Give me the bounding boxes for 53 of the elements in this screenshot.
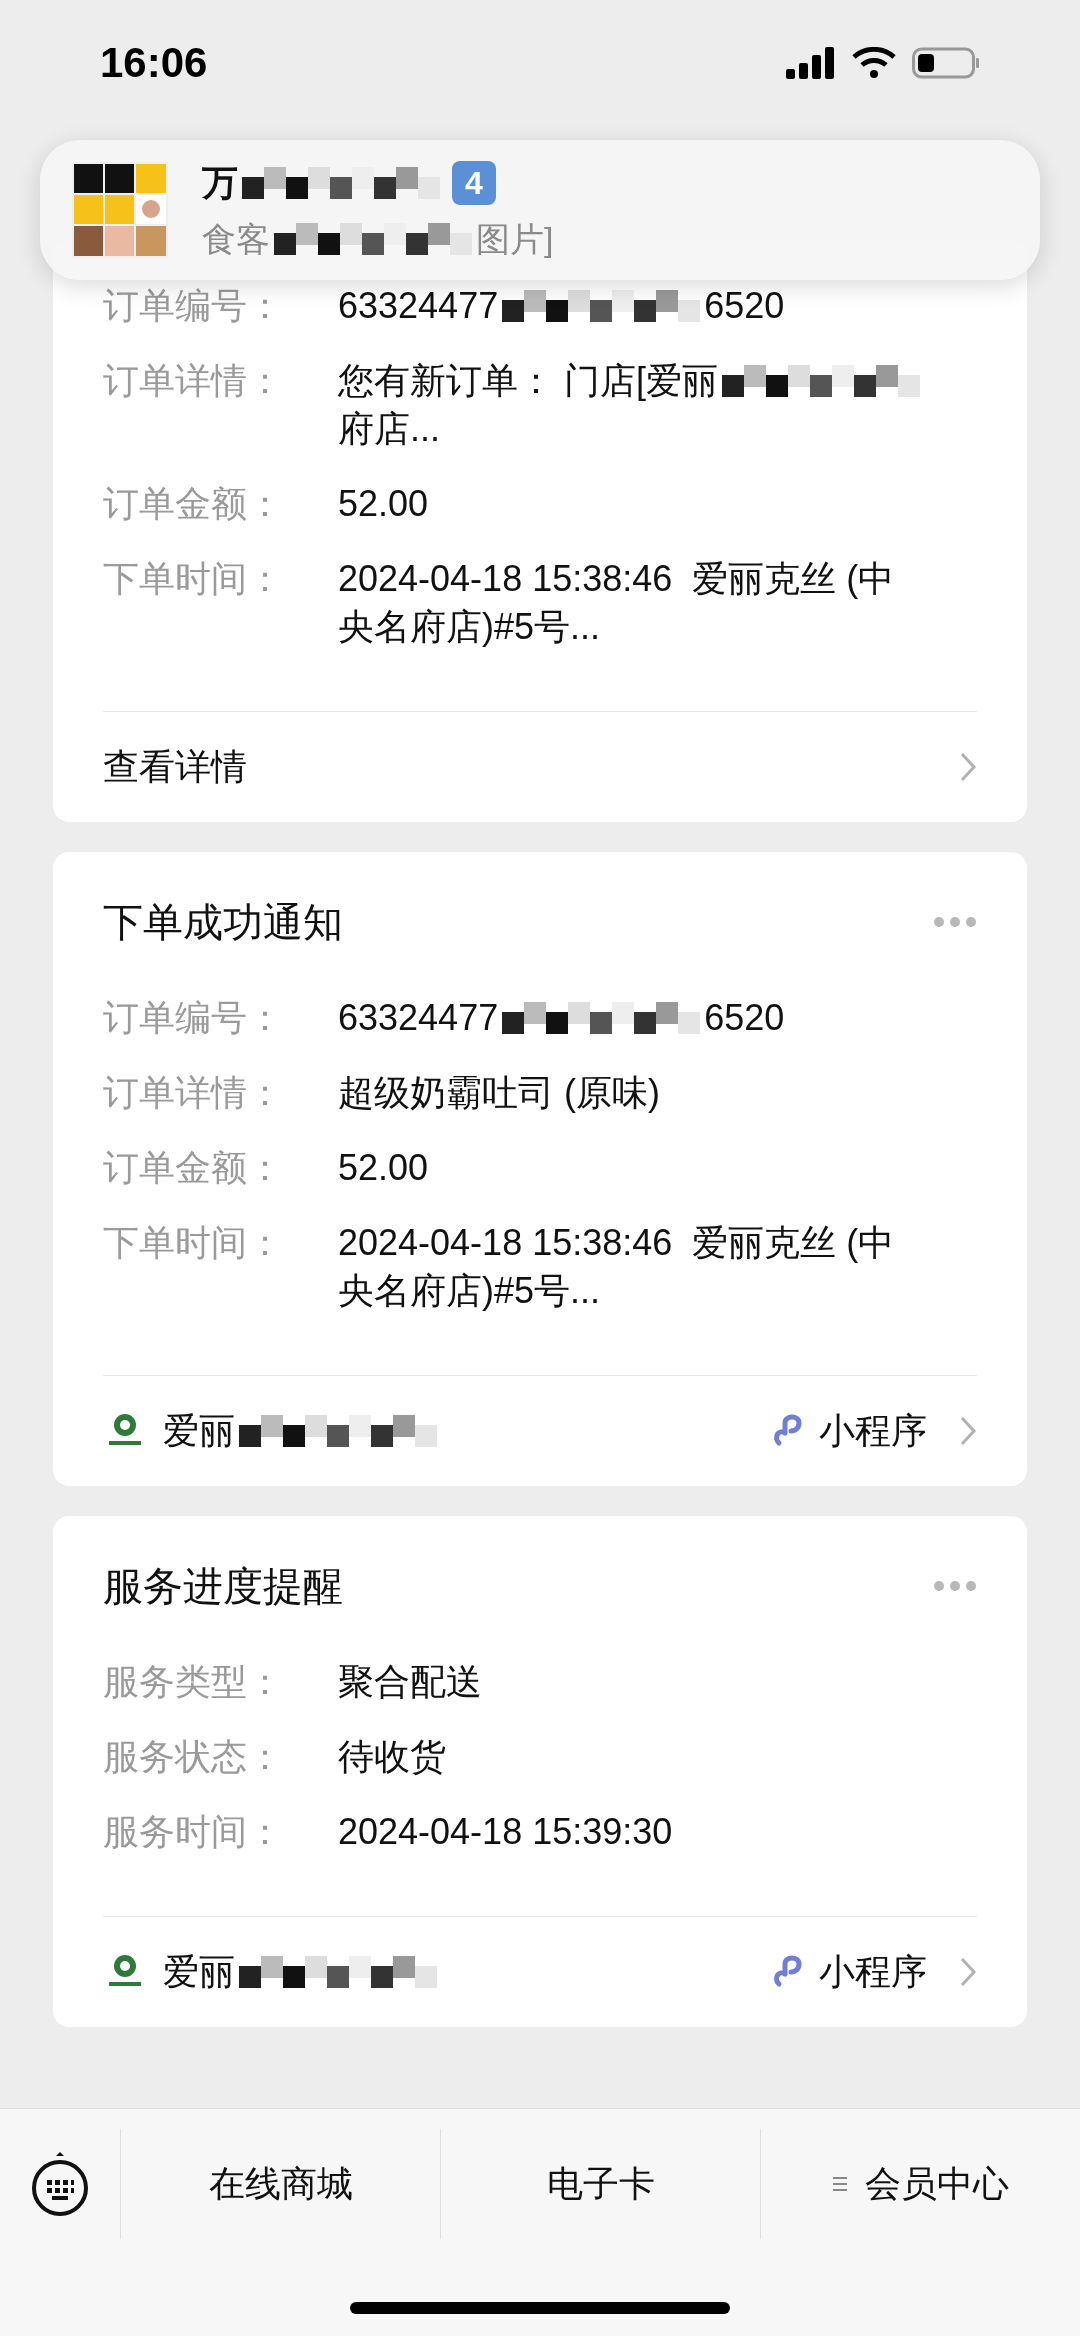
notification-banner[interactable]: 万 4 食客 图片] [40,140,1040,280]
notification-title: 万 [202,160,238,205]
field-value: 聚合配送 [338,1660,482,1704]
chevron-right-icon [959,1415,977,1447]
card-title: 服务进度提醒 [103,1563,343,1610]
menu-tab[interactable]: 在线商城 [120,2129,440,2239]
field-value: 52.00 [338,482,429,526]
mini-program-name: 爱丽 [163,1409,235,1453]
mini-program-link[interactable]: 爱丽 小程序 [103,1376,977,1486]
field-value: 您有新订单： 门店[爱丽 [338,359,718,403]
signal-icon [786,46,836,79]
field-value: 52.00 [338,1146,429,1190]
status-time: 16:06 [100,38,208,88]
field-label: 服务类型： [103,1660,284,1704]
notification-preview-start: 食客 [202,218,270,260]
field-label: 订单详情： [103,359,284,403]
field-value: 2024-04-18 15:38:46 爱丽克丝 (中 [338,557,895,601]
field-label: 订单编号： [103,996,284,1040]
field-value: 6520 [704,284,785,328]
field-value: 府店... [338,407,440,451]
more-icon[interactable] [933,1580,977,1592]
field-label: 服务状态： [103,1735,284,1779]
field-value: 待收货 [338,1735,446,1779]
mini-program-name: 爱丽 [163,1950,235,1994]
field-value: 央名府店)#5号... [338,605,601,649]
field-value: 央名府店)#5号... [338,1269,601,1313]
field-value: 2024-04-18 15:38:46 爱丽克丝 (中 [338,1221,895,1265]
field-value: 2024-04-18 15:39:30 [338,1810,673,1854]
chevron-right-icon [959,751,977,783]
wifi-icon [852,46,896,79]
battery-icon [912,46,980,79]
field-label: 服务时间： [103,1810,284,1854]
view-details-link[interactable]: 查看详情 [103,712,977,822]
chevron-right-icon [959,1956,977,1988]
card-title: 下单成功通知 [103,899,343,946]
field-value: 超级奶霸吐司 (原味) [338,1071,660,1115]
field-label: 下单时间： [103,557,284,601]
field-label: 下单时间： [103,1221,284,1265]
field-label: 订单金额： [103,1146,284,1190]
more-icon[interactable] [933,916,977,928]
mini-program-tag: 小程序 [819,1404,927,1458]
menu-tab[interactable]: 电子卡 [440,2129,760,2239]
field-label: 订单详情： [103,1071,284,1115]
field-value: 63324477 [338,284,499,328]
mini-program-link[interactable]: 爱丽 小程序 [103,1917,977,2027]
unread-count-badge: 4 [452,160,496,205]
field-label: 订单金额： [103,482,284,526]
menu-tab[interactable]: 会员中心 [760,2129,1080,2239]
mini-program-tag: 小程序 [819,1945,927,1999]
notification-preview-end: 图片] [476,218,554,260]
field-value: 6520 [704,996,785,1040]
field-value: 63324477 [338,996,499,1040]
field-label: 订单编号： [103,284,284,328]
